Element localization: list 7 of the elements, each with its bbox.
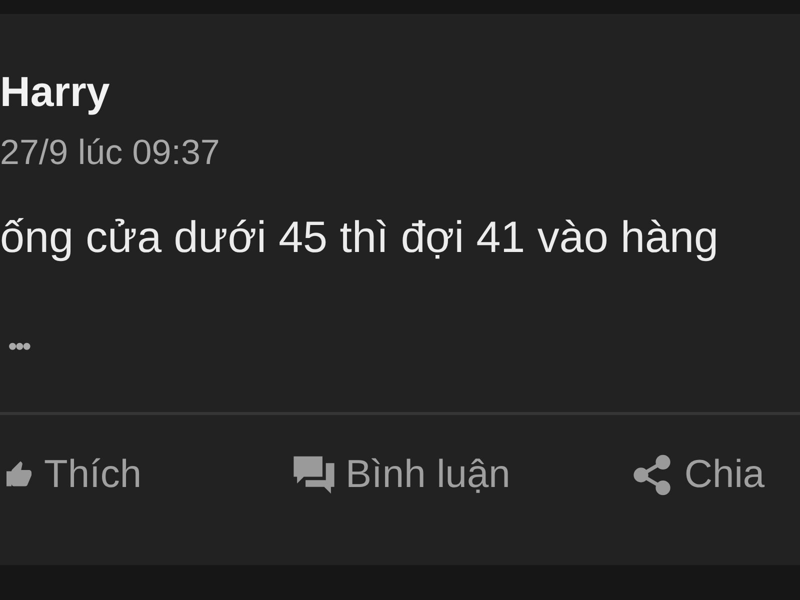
see-more-link[interactable]: ••• xyxy=(8,331,30,362)
action-button[interactable]: Thích xyxy=(4,453,142,498)
action-button[interactable]: Bình luận xyxy=(292,453,510,498)
post-time: 27/9 lúc 09:37 xyxy=(0,133,220,174)
author-name[interactable]: Harry xyxy=(0,69,110,116)
action-button[interactable]: Chia xyxy=(630,453,765,498)
post-text: ống cửa dưới 45 thì đợi 41 vào hàng xyxy=(0,213,718,264)
